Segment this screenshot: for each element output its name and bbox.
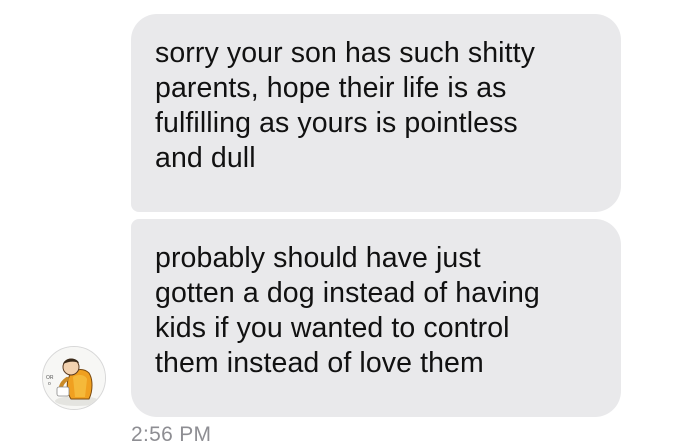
svg-text:o: o bbox=[48, 381, 51, 387]
message-thread: sorry your son has such shitty parents, … bbox=[0, 0, 693, 447]
message-timestamp: 2:56 PM bbox=[131, 423, 212, 446]
message-bubble[interactable]: sorry your son has such shitty parents, … bbox=[131, 14, 621, 212]
cartoon-character-avatar-icon: OR o bbox=[43, 347, 105, 409]
avatar[interactable]: OR o bbox=[42, 346, 106, 410]
message-bubble[interactable]: probably should have just gotten a dog i… bbox=[131, 219, 621, 417]
